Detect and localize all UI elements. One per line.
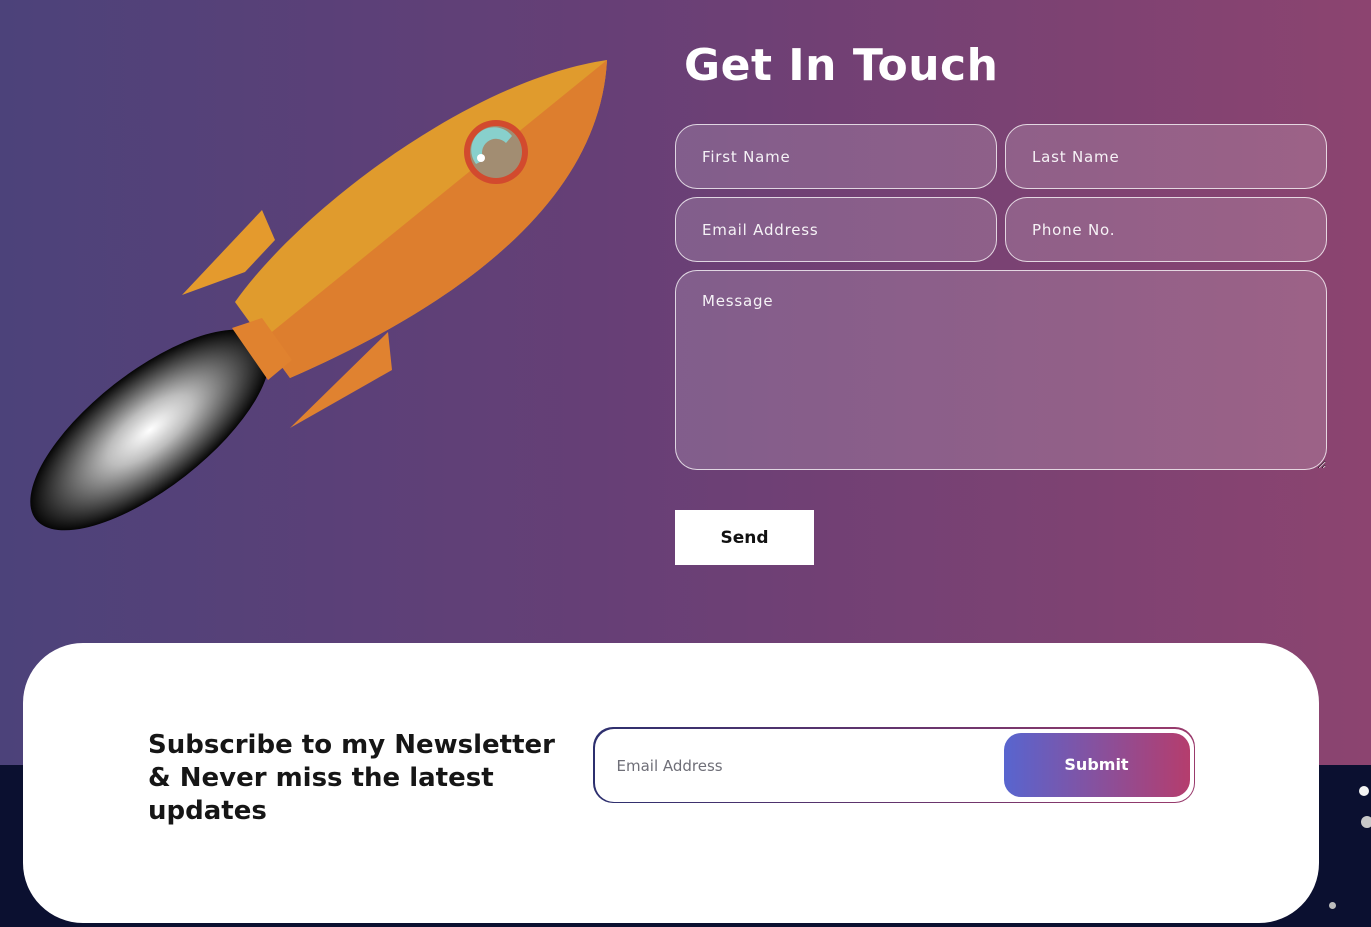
phone-input[interactable] [1005, 197, 1327, 262]
newsletter-form-inner: Submit [594, 728, 1194, 804]
star-icon [1329, 902, 1336, 909]
rocket-icon [30, 60, 607, 531]
message-textarea[interactable] [675, 270, 1327, 470]
newsletter-card: Subscribe to my Newsletter & Never miss … [23, 643, 1319, 923]
newsletter-email-input[interactable] [614, 728, 999, 804]
send-button[interactable]: Send [675, 510, 814, 565]
page-title: Get In Touch [684, 40, 999, 91]
last-name-input[interactable] [1005, 124, 1327, 189]
submit-button[interactable]: Submit [1003, 732, 1190, 797]
newsletter-heading: Subscribe to my Newsletter & Never miss … [148, 730, 555, 826]
email-input[interactable] [675, 197, 997, 262]
star-icon [1359, 786, 1369, 796]
star-icon [1361, 816, 1371, 828]
first-name-input[interactable] [675, 124, 997, 189]
newsletter-form: Submit [593, 727, 1195, 804]
